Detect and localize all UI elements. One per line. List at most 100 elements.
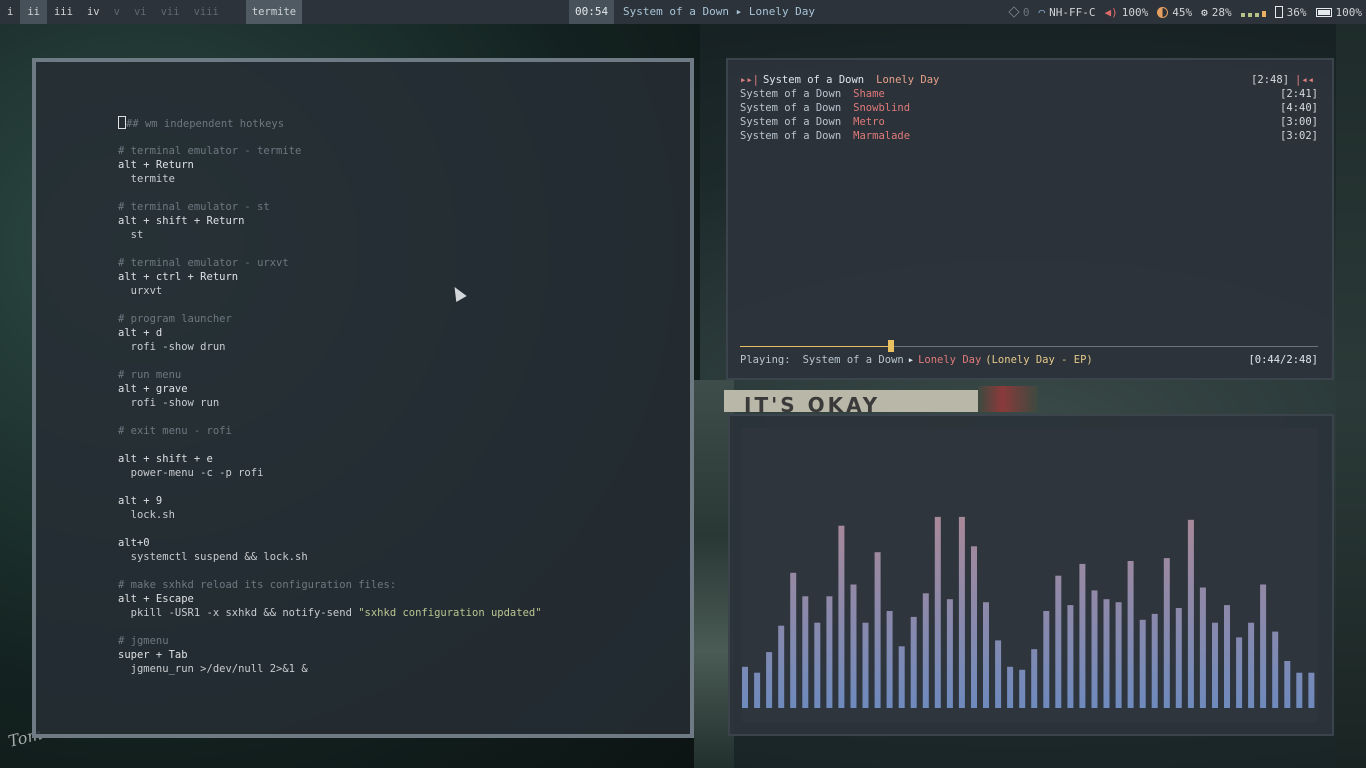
- visualizer-bar: [1272, 631, 1279, 708]
- workspace-v[interactable]: v: [107, 0, 127, 24]
- visualizer-bar: [1055, 575, 1062, 708]
- workspace-vi[interactable]: vi: [127, 0, 154, 24]
- visualizer-bar: [1127, 561, 1134, 708]
- visualizer-bar: [1187, 519, 1194, 708]
- visualizer-bar: [1007, 666, 1014, 708]
- visualizer-window[interactable]: [728, 414, 1334, 736]
- visualizer-bar: [898, 646, 905, 708]
- visualizer-bar: [874, 552, 881, 708]
- workspace-iv[interactable]: iv: [80, 0, 107, 24]
- disk-icon: [1274, 6, 1283, 18]
- visualizer-bar: [934, 516, 941, 708]
- visualizer-bar: [1019, 669, 1026, 708]
- code-line: alt + Escape: [118, 593, 194, 605]
- now-playing-status[interactable]: System of a Down ▸ Lonely Day: [623, 0, 815, 24]
- playlist-duration: [2:41]: [1280, 88, 1318, 100]
- code-line: alt + ctrl + Return: [118, 271, 239, 283]
- playlist-title: Metro: [853, 116, 885, 128]
- playlist-title: Shame: [853, 88, 885, 100]
- playlist-artist: System of a Down: [740, 102, 842, 114]
- brightness-status[interactable]: 45%: [1157, 6, 1192, 19]
- brightness-icon: [1157, 6, 1169, 18]
- visualizer-bar: [995, 640, 1002, 708]
- playlist-current-item[interactable]: ▸▸| System of a Down Lonely Day [2:48] |◂◂: [740, 74, 1318, 88]
- updates-status: 0: [1008, 6, 1030, 19]
- workspace-ii[interactable]: ii: [20, 0, 47, 24]
- visualizer-bar: [1151, 613, 1158, 708]
- music-player-window[interactable]: ▸▸| System of a Down Lonely Day [2:48] |◂◂ Sy…: [726, 58, 1334, 380]
- visualizer-bar: [826, 596, 833, 708]
- workspace-viii[interactable]: viii: [187, 0, 226, 24]
- visualizer-bar: [958, 516, 965, 708]
- system-tray: 0 ◠ NH-FF-C ◀) 100% 45% ⚙ 28% 36% 100%: [1008, 0, 1362, 24]
- code-line: # program launcher: [118, 313, 232, 325]
- visualizer-bar: [1260, 584, 1267, 708]
- memory-status: [1240, 7, 1266, 17]
- code-line: super + Tab: [118, 649, 188, 661]
- playlist-item[interactable]: System of a Down Shame [2:41]: [740, 88, 1318, 102]
- battery-icon: [1315, 7, 1332, 17]
- playlist-duration: [4:40]: [1280, 102, 1318, 114]
- focused-window-title: termite: [245, 0, 303, 24]
- visualizer-bar: [802, 596, 809, 708]
- code-line: # terminal emulator - termite: [118, 145, 302, 157]
- visualizer-bar: [983, 602, 989, 708]
- visualizer-bar: [886, 611, 893, 708]
- playlist-title: Lonely Day: [876, 74, 940, 86]
- visualizer-bar: [946, 599, 953, 708]
- code-line: alt + shift + e: [118, 453, 213, 465]
- code-line: rofi -show run: [118, 397, 220, 409]
- playlist-artist: System of a Down: [740, 130, 842, 142]
- battery-status: 100%: [1315, 6, 1362, 19]
- playlist-item[interactable]: System of a Down Metro [3:00]: [740, 116, 1318, 130]
- code-line: # jgmenu: [118, 635, 169, 647]
- visualizer-bar: [1212, 622, 1218, 708]
- workspace-list: i ii iii iv v vi vii viii: [0, 0, 226, 24]
- visualizer-bar: [1284, 661, 1291, 708]
- visualizer-bar: [1103, 599, 1110, 708]
- code-line: jgmenu_run >/dev/null 2>&1 &: [118, 663, 308, 675]
- visualizer-bar: [1115, 602, 1122, 708]
- visualizer-bar: [1224, 605, 1230, 708]
- playlist-item[interactable]: System of a Down Marmalade [3:02]: [740, 130, 1318, 144]
- volume-status[interactable]: ◀) 100%: [1105, 6, 1149, 19]
- playlist-duration: [3:02]: [1280, 130, 1318, 142]
- wifi-status[interactable]: ◠ NH-FF-C: [1039, 6, 1096, 19]
- playing-title: Lonely Day: [918, 354, 982, 366]
- visualizer-bars: [742, 516, 1315, 708]
- visualizer-bar: [766, 652, 773, 708]
- code-line: # terminal emulator - urxvt: [118, 257, 289, 269]
- cpu-status: ⚙ 28%: [1201, 5, 1232, 19]
- visualizer-bar: [1248, 622, 1255, 708]
- progress-handle[interactable]: [888, 340, 894, 352]
- wallpaper-detail: [978, 386, 1038, 412]
- visualizer-bar: [838, 525, 845, 708]
- progress-fill: [740, 346, 891, 347]
- code-line: # terminal emulator - st: [118, 201, 270, 213]
- editor-window[interactable]: ## wm independent hotkeys # terminal emul…: [32, 58, 694, 738]
- code-line: power-menu -c -p rofi: [118, 467, 264, 479]
- code-view[interactable]: ## wm independent hotkeys # terminal emul…: [118, 116, 542, 676]
- workspace-vii[interactable]: vii: [154, 0, 187, 24]
- visualizer-bar: [1236, 637, 1243, 708]
- visualizer-bar: [1079, 563, 1086, 708]
- workspace-i[interactable]: i: [0, 0, 20, 24]
- code-line: alt + grave: [118, 383, 188, 395]
- workspace-iii[interactable]: iii: [47, 0, 80, 24]
- visualizer-bar: [814, 622, 821, 708]
- playlist-item[interactable]: System of a Down Snowblind [4:40]: [740, 102, 1318, 116]
- playing-artist: System of a Down: [802, 354, 904, 366]
- code-line: # exit menu - rofi: [118, 425, 232, 437]
- visualizer-bar: [862, 622, 869, 708]
- progress-bar[interactable]: [740, 340, 1318, 352]
- cpu-icon: ⚙: [1201, 5, 1208, 19]
- visualizer-bar: [790, 572, 797, 708]
- disk-status: 36%: [1274, 6, 1307, 19]
- visualizer-bar: [754, 672, 761, 708]
